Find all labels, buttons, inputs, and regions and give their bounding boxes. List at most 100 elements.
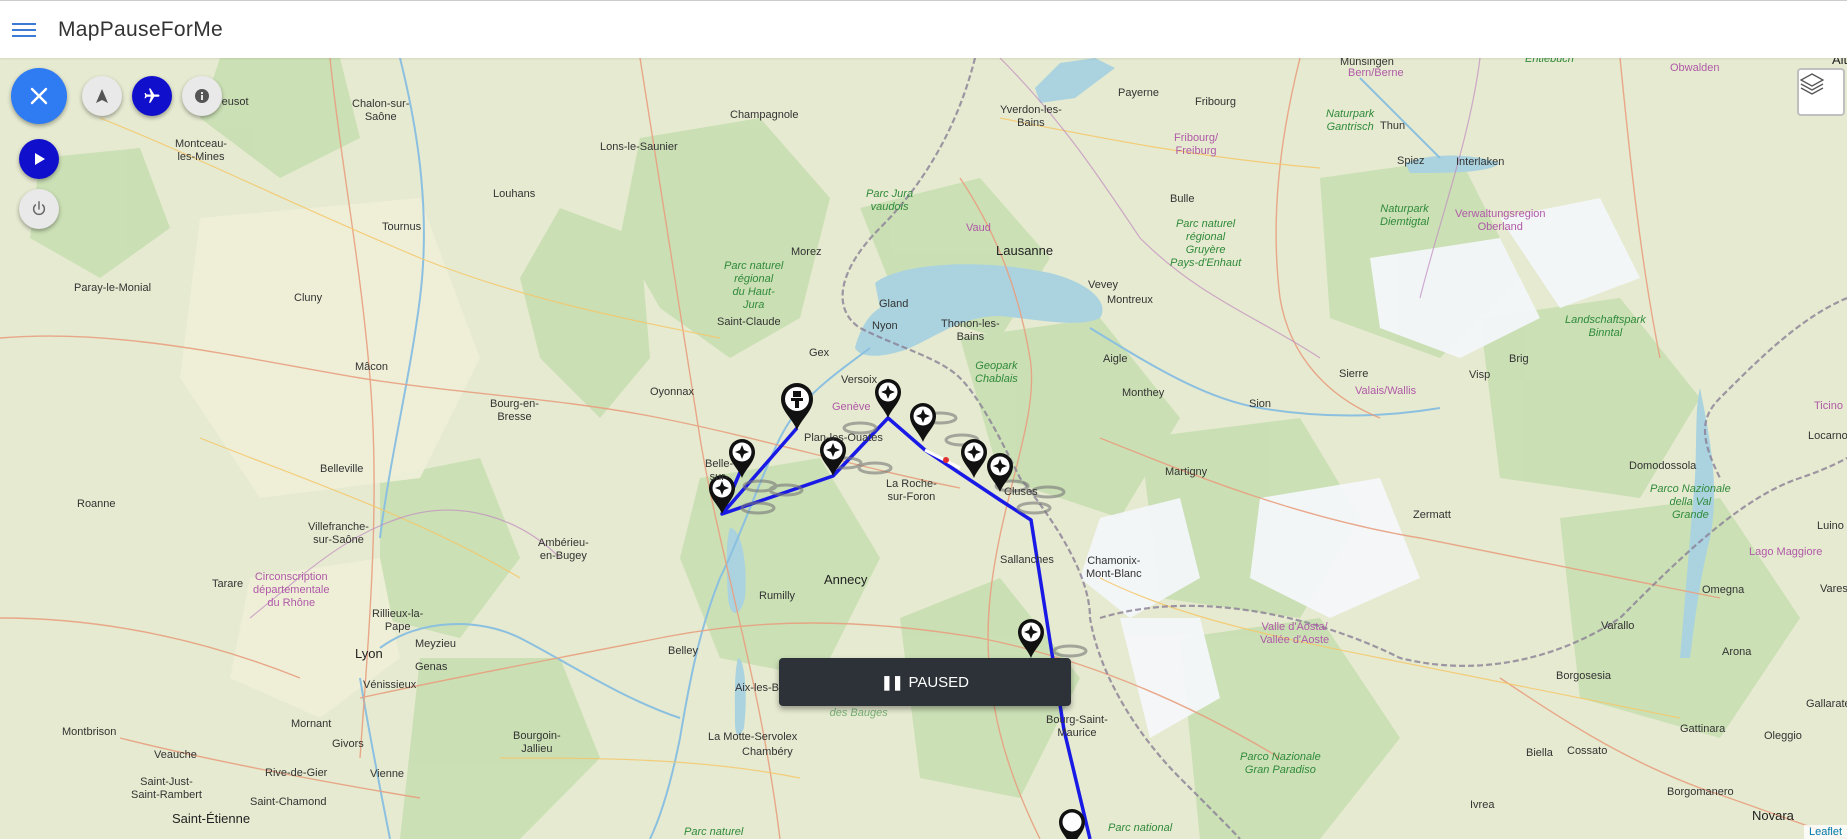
map-label: Valais/Wallis [1355, 385, 1417, 397]
map-label: Ivrea [1470, 799, 1495, 811]
map-label: Bourgoin- Jallieu [513, 730, 561, 755]
map-label: Landschaftspark Binntal [1565, 314, 1646, 339]
map-label: Bourg-Saint- Maurice [1046, 714, 1108, 739]
layers-icon [1799, 73, 1825, 95]
map-label: Saint-Claude [717, 316, 781, 328]
waypoint-marker[interactable] [1018, 619, 1044, 658]
map-label: Parc naturel régional du Haut- Jura [724, 260, 784, 311]
map-label: Gex [809, 347, 830, 359]
map-label: Cluny [294, 292, 323, 304]
map-label: Monthey [1122, 387, 1165, 399]
close-icon [30, 87, 48, 105]
map-label: Tournus [382, 221, 422, 233]
map-label: Roanne [77, 498, 116, 510]
play-button[interactable] [19, 139, 59, 179]
map-label: Sallanches [1000, 554, 1054, 566]
route-highlight [924, 448, 961, 470]
map-label: Lyon [355, 646, 383, 661]
map-label: Gattinara [1680, 723, 1726, 735]
map-label: Sion [1249, 398, 1272, 410]
map-label: Circonscription départementale du Rhône [253, 571, 330, 609]
map-label: Saint-Just- Saint-Rambert [131, 776, 202, 801]
map-label: Belley [668, 645, 698, 657]
map-label: Montreux [1107, 294, 1153, 306]
map-label: Lago Maggiore [1749, 546, 1823, 558]
map-view[interactable]: Altdorf Münsingen Entlebuch Bern/Berne O… [0, 58, 1847, 839]
map-label: Obwalden [1670, 62, 1720, 74]
map-label: Rumilly [759, 590, 796, 602]
close-speed-dial-button[interactable] [11, 68, 67, 124]
map-label: Payerne [1118, 87, 1159, 99]
map-label: Annecy [824, 572, 868, 587]
map-label: Villefranche- sur-Saône [308, 521, 369, 546]
map-label: Plan-les-Ouates [804, 432, 883, 444]
current-position-dot [943, 457, 949, 463]
map-label: Thonon-les- Bains [941, 318, 1000, 343]
map-label: Lons-le-Saunier [600, 141, 678, 153]
map-label: Brig [1509, 353, 1529, 365]
map-label: Montbrison [62, 726, 117, 738]
leaflet-attribution-link[interactable]: Leaflet [1803, 825, 1847, 839]
info-button[interactable] [182, 76, 222, 116]
airport-marker[interactable] [781, 383, 813, 430]
map-label: Genas [415, 661, 448, 673]
map-label: Belleville [320, 463, 364, 475]
map-label: Cluses [1004, 486, 1038, 498]
map-label: Morez [791, 246, 822, 258]
map-label: Aigle [1103, 353, 1128, 365]
map-label: Saint-Chamond [250, 796, 327, 808]
airplane-icon [144, 88, 160, 103]
map-label: Cossato [1567, 745, 1608, 757]
map-label: Vienne [370, 768, 405, 780]
hamburger-menu-icon[interactable] [10, 19, 38, 43]
map-label: Gallarate [1806, 698, 1847, 710]
map-label: Ticino [1814, 400, 1843, 412]
power-icon [32, 201, 46, 216]
map-label: Versoix [841, 374, 878, 386]
waypoint-marker[interactable] [910, 403, 936, 442]
map-label: Champagnole [730, 109, 799, 121]
map-label: Borgomanero [1667, 786, 1734, 798]
map-label: Parco Nazionale Gran Paradiso [1240, 751, 1321, 776]
map-label: Arona [1722, 646, 1752, 658]
map-label: Meyzieu [415, 638, 456, 650]
map-label: Montceau- les-Mines [175, 138, 227, 163]
map-label: Oleggio [1764, 730, 1802, 742]
map-label: Mâcon [355, 361, 389, 373]
map-label: Belle- sur- [705, 458, 734, 483]
app-title: MapPauseForMe [58, 18, 223, 41]
flight-mode-button[interactable] [132, 76, 172, 116]
map-label: Visp [1469, 369, 1491, 381]
map-label: Verwaltungsregion Oberland [1455, 208, 1546, 233]
map-label: reusot [218, 96, 249, 108]
waypoint-marker[interactable] [1059, 809, 1085, 839]
waypoint-marker[interactable] [961, 439, 987, 478]
map-label: Louhans [493, 188, 536, 200]
map-label: Rive-de-Gier [265, 767, 328, 779]
map-label: Chalon-sur- Saône [352, 98, 410, 123]
map-label: Luino [1817, 520, 1844, 532]
map-label: Bern/Berne [1348, 67, 1404, 79]
map-label: Chamonix- Mont-Blanc [1086, 555, 1142, 580]
map-label: Interlaken [1456, 156, 1505, 168]
map-label: Omegna [1702, 584, 1745, 596]
layers-control-button[interactable] [1797, 68, 1845, 116]
pause-icon: ❚❚ [880, 673, 903, 690]
map-label: Novara [1752, 808, 1794, 823]
waypoint-marker[interactable] [875, 379, 901, 418]
map-label: Givors [332, 738, 364, 750]
map-label: Parc Jura vaudois [866, 188, 914, 213]
map-label: Naturpark Diemtigtal [1380, 203, 1429, 228]
power-button[interactable] [19, 189, 59, 229]
map-label: Biella [1526, 747, 1553, 759]
paused-status-toast: ❚❚ PAUSED [779, 658, 1071, 706]
map-label: Mornant [291, 718, 332, 730]
navigation-button[interactable] [82, 76, 122, 116]
waypoint-markers[interactable] [709, 379, 1085, 839]
status-label: PAUSED [908, 673, 970, 691]
map-label: Bourg-en- Bresse [490, 398, 539, 423]
map-label: Vaud [966, 222, 991, 234]
map-label: Ambérieu- en-Bugey [538, 537, 589, 562]
app-bar: MapPauseForMe [0, 0, 1847, 58]
map-label: Sierre [1339, 368, 1369, 380]
